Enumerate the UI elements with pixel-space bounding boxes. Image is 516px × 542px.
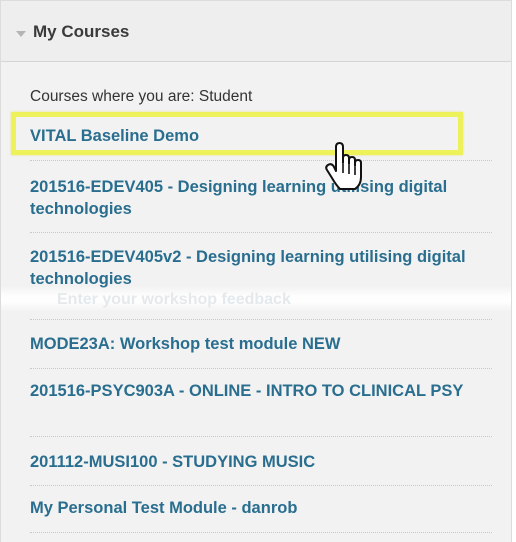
hand-pointer-icon: [325, 142, 362, 190]
divider: [30, 532, 492, 533]
collapse-triangle-icon[interactable]: [16, 31, 26, 37]
course-link-mode23a[interactable]: MODE23A: Workshop test module NEW: [30, 333, 492, 355]
divider: [30, 436, 492, 437]
divider: [30, 319, 492, 320]
courses-role-label: Courses where you are: Student: [30, 88, 253, 105]
divider: [30, 232, 492, 233]
course-link-edev405v2[interactable]: 201516-EDEV405v2 - Designing learning ut…: [30, 246, 492, 290]
divider: [30, 160, 492, 161]
highlight-box: [11, 112, 463, 155]
module-title: My Courses: [33, 22, 130, 41]
divider: [30, 368, 492, 369]
my-courses-module: My Courses Courses where you are: Studen…: [0, 0, 512, 542]
divider: [30, 485, 492, 486]
course-link-musi100[interactable]: 201112-MUSI100 - STUDYING MUSIC: [30, 451, 492, 473]
faded-overlay-text: Enter your workshop feedback: [57, 291, 291, 308]
course-link-personal-test-module[interactable]: My Personal Test Module - danrob: [30, 497, 492, 519]
module-header[interactable]: My Courses: [1, 1, 511, 62]
course-link-psyc903a[interactable]: 201516-PSYC903A - ONLINE - INTRO TO CLIN…: [30, 380, 492, 402]
course-link-edev405[interactable]: 201516-EDEV405 - Designing learning util…: [30, 176, 492, 220]
